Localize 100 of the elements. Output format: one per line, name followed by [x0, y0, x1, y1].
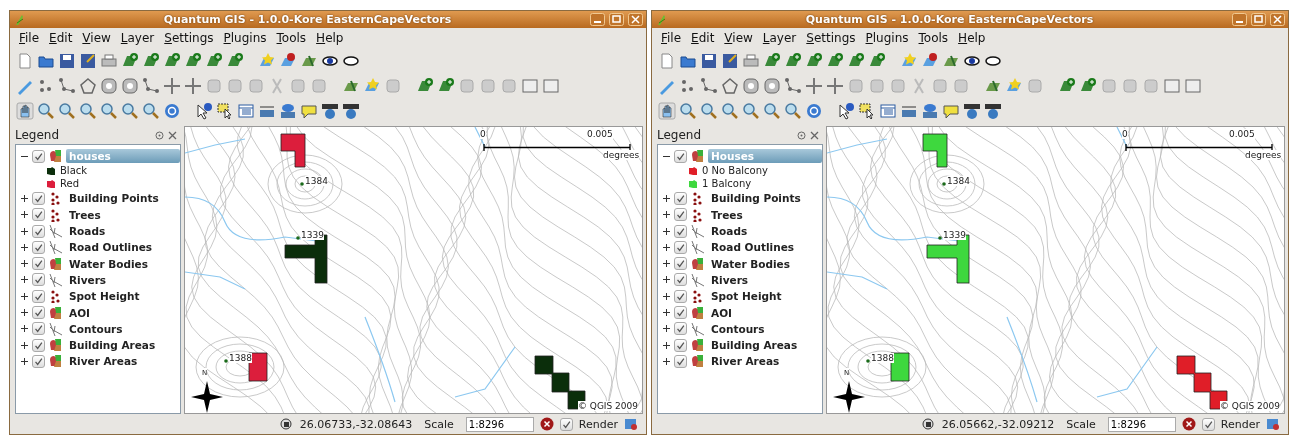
menu-item[interactable]: View: [77, 31, 116, 45]
layer-checkbox[interactable]: [674, 289, 687, 303]
menu-item[interactable]: Help: [311, 31, 349, 45]
menu-item[interactable]: Tools: [913, 31, 954, 45]
expand-icon[interactable]: [662, 210, 671, 220]
pan-hand-icon[interactable]: [658, 101, 676, 120]
scale-field[interactable]: 1:8296: [465, 416, 534, 432]
layer-name[interactable]: River Areas: [66, 354, 141, 369]
layer-checkbox[interactable]: [674, 257, 687, 271]
layer-name[interactable]: Water Bodies: [708, 256, 793, 271]
layer-name[interactable]: Roads: [708, 224, 751, 239]
layer-name[interactable]: Contours: [708, 321, 768, 336]
pan-hand-icon[interactable]: [16, 101, 34, 120]
menu-item[interactable]: Tools: [271, 31, 312, 45]
polygon-icon[interactable]: [79, 76, 97, 95]
close-button[interactable]: [628, 13, 643, 26]
expand-icon[interactable]: [20, 275, 29, 285]
expand-icon[interactable]: [662, 193, 671, 203]
projection-icon[interactable]: [624, 417, 638, 431]
layer-checkbox[interactable]: [674, 208, 687, 222]
layer-checkbox[interactable]: [32, 191, 45, 205]
expand-icon[interactable]: [662, 324, 671, 334]
expand-icon[interactable]: [20, 356, 29, 366]
select-icon[interactable]: [216, 101, 234, 120]
layer-name[interactable]: Building Areas: [708, 338, 801, 353]
ring-icon[interactable]: [742, 76, 760, 95]
layer-name[interactable]: AOI: [66, 305, 93, 320]
layer-checkbox[interactable]: [32, 322, 45, 336]
move-icon[interactable]: [805, 76, 823, 95]
move-icon[interactable]: [184, 76, 202, 95]
layer-checkbox[interactable]: [32, 273, 45, 287]
layer-checkbox[interactable]: [32, 224, 45, 238]
layer-checkbox[interactable]: [674, 338, 687, 352]
close-icon[interactable]: [168, 130, 177, 140]
layer-name[interactable]: Spot Height: [66, 289, 143, 304]
polygon-icon[interactable]: [721, 76, 739, 95]
menu-item[interactable]: Layer: [115, 31, 160, 45]
menu-item[interactable]: File: [656, 31, 687, 45]
attribute-table-icon[interactable]: [237, 101, 255, 120]
expand-icon[interactable]: [20, 291, 29, 301]
expand-icon[interactable]: [662, 308, 671, 317]
render-checkbox[interactable]: [559, 417, 573, 431]
nodes-icon[interactable]: [142, 76, 160, 95]
layer-name[interactable]: AOI: [708, 305, 735, 320]
ring-icon[interactable]: [121, 76, 139, 95]
ring-icon[interactable]: [100, 76, 118, 95]
menu-item[interactable]: Edit: [44, 31, 78, 45]
stop-icon[interactable]: [1181, 417, 1196, 431]
expand-icon[interactable]: [20, 308, 29, 317]
expand-icon[interactable]: [662, 226, 671, 236]
attribute-table-icon[interactable]: [879, 101, 897, 120]
expand-icon[interactable]: [20, 242, 29, 252]
layer-checkbox[interactable]: [674, 354, 687, 368]
expand-icon[interactable]: [20, 340, 29, 350]
layer-checkbox[interactable]: [32, 306, 45, 319]
menu-item[interactable]: Plugins: [860, 31, 914, 45]
identify-icon[interactable]: [195, 101, 213, 120]
maximize-button[interactable]: [1251, 13, 1266, 26]
expand-icon[interactable]: [662, 275, 671, 285]
layer-name[interactable]: Road Outlines: [66, 240, 156, 255]
layer-checkbox[interactable]: [674, 224, 687, 238]
expand-icon[interactable]: [662, 356, 671, 366]
layer-checkbox[interactable]: [674, 149, 687, 163]
layer-name[interactable]: Trees: [708, 207, 746, 222]
render-checkbox[interactable]: [1201, 417, 1215, 431]
maximize-button[interactable]: [609, 13, 624, 26]
select-icon[interactable]: [858, 101, 876, 120]
expand-icon[interactable]: [662, 242, 671, 252]
layer-checkbox[interactable]: [32, 240, 45, 254]
expand-icon[interactable]: [662, 340, 671, 350]
expand-icon[interactable]: [20, 226, 29, 236]
menu-item[interactable]: Edit: [686, 31, 720, 45]
expand-icon[interactable]: [20, 193, 29, 203]
expand-icon[interactable]: [662, 291, 671, 301]
expand-icon[interactable]: [20, 210, 29, 220]
close-button[interactable]: [1270, 13, 1285, 26]
layer-checkbox[interactable]: [674, 240, 687, 254]
nodes-icon[interactable]: [700, 76, 718, 95]
layer-name[interactable]: Building Points: [66, 191, 162, 206]
expand-icon[interactable]: [20, 259, 29, 269]
printer-icon[interactable]: [742, 51, 760, 70]
printer-icon[interactable]: [100, 51, 118, 70]
move-icon[interactable]: [826, 76, 844, 95]
layer-name[interactable]: Road Outlines: [708, 240, 798, 255]
layer-name[interactable]: Contours: [66, 321, 126, 336]
identify-icon[interactable]: [837, 101, 855, 120]
menu-item[interactable]: Layer: [757, 31, 802, 45]
save-as-icon[interactable]: [79, 51, 97, 70]
layer-checkbox[interactable]: [32, 149, 45, 163]
layer-name[interactable]: Building Areas: [66, 338, 159, 353]
minimize-button[interactable]: [590, 13, 605, 26]
ring-icon[interactable]: [763, 76, 781, 95]
menu-item[interactable]: Settings: [801, 31, 861, 45]
nodes-icon[interactable]: [58, 76, 76, 95]
projection-icon[interactable]: [1266, 417, 1280, 431]
layer-name[interactable]: Building Points: [708, 191, 804, 206]
layer-checkbox[interactable]: [674, 191, 687, 205]
layer-name[interactable]: River Areas: [708, 354, 783, 369]
close-icon[interactable]: [810, 130, 819, 140]
move-icon[interactable]: [163, 76, 181, 95]
